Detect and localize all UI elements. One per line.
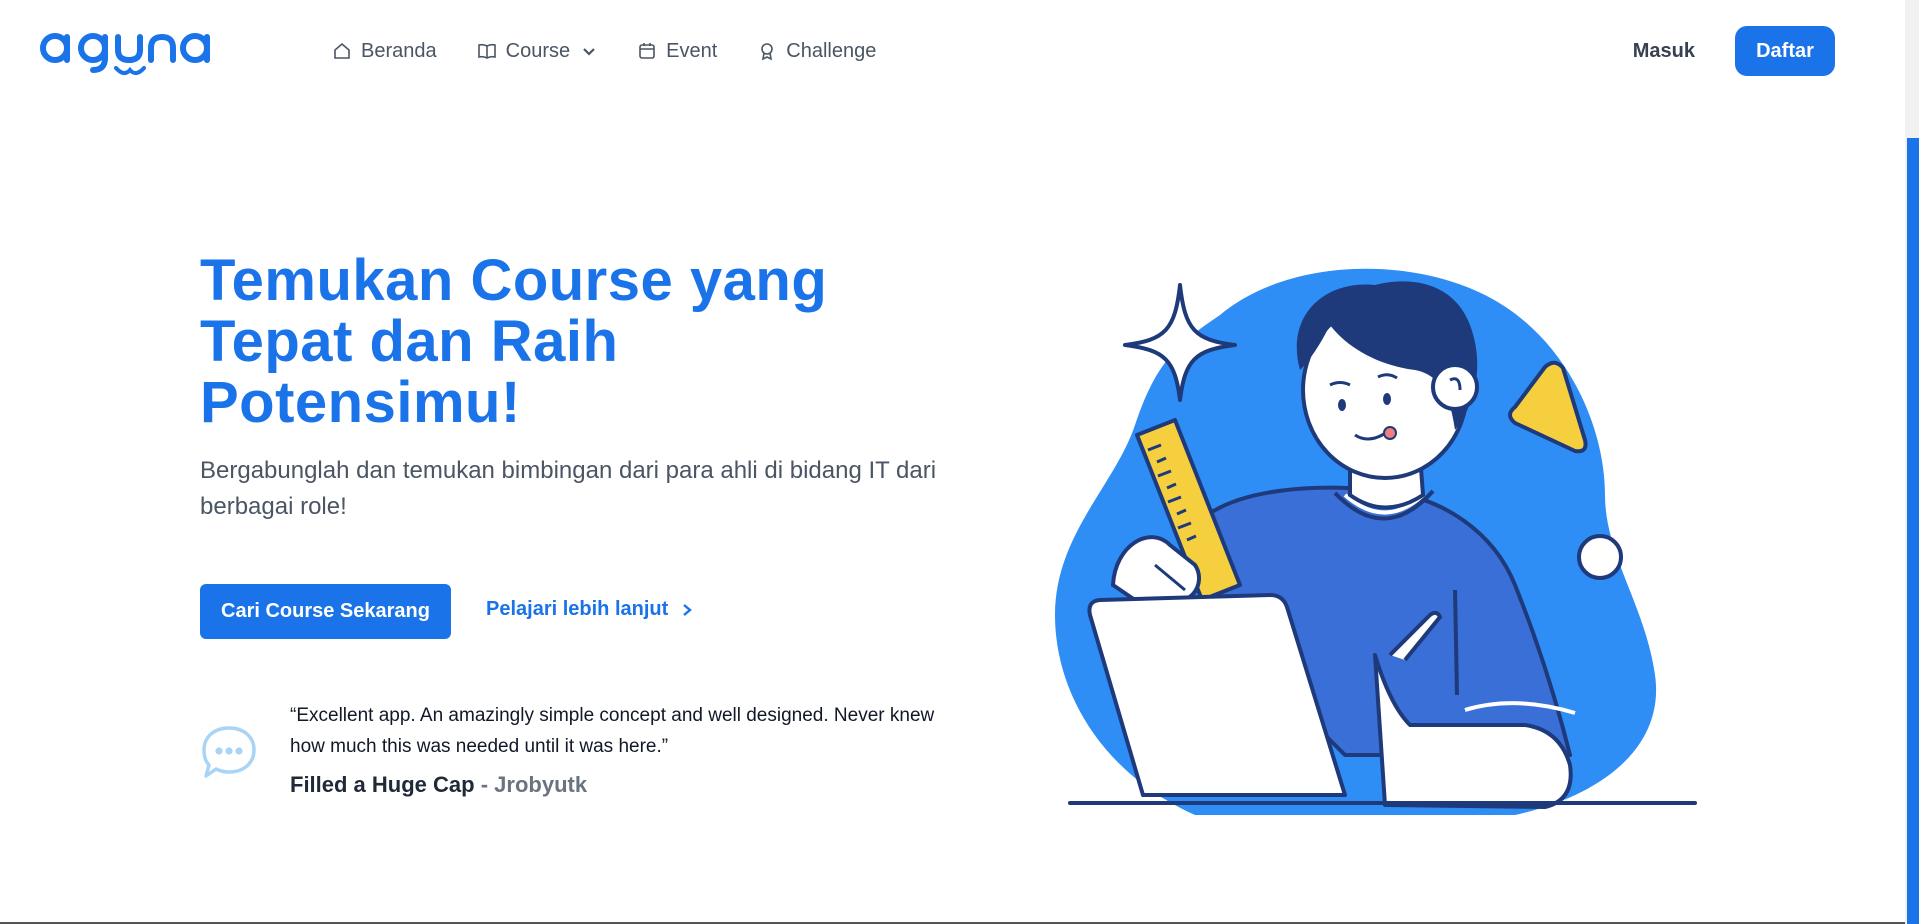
hero-title: Temukan Course yang Tepat dan Raih Poten… <box>200 248 828 435</box>
aguna-logo[interactable] <box>38 28 210 80</box>
auth-actions: Masuk Daftar <box>1633 26 1835 76</box>
nav-item-event[interactable]: Event <box>637 40 717 63</box>
testimonial-title: Filled a Huge Cap <box>290 772 475 797</box>
learn-more-label: Pelajari lebih lanjut <box>486 598 669 620</box>
testimonial-separator: - <box>474 772 495 797</box>
chat-bubble-icon <box>202 726 256 778</box>
hero-illustration <box>1055 268 1697 815</box>
nav-item-label: Challenge <box>786 39 877 62</box>
testimonial-author: Filled a Huge Cap - Jrobyutk <box>290 772 587 798</box>
main-nav: Beranda Course Event Challenge <box>332 0 876 102</box>
chevron-right-icon <box>683 603 693 616</box>
nav-item-label: Beranda <box>361 39 437 62</box>
find-course-button[interactable]: Cari Course Sekarang <box>200 584 451 639</box>
award-icon <box>761 43 774 61</box>
calendar-icon <box>639 43 655 59</box>
nav-item-label: Event <box>666 39 718 62</box>
nav-item-course[interactable]: Course <box>477 40 597 63</box>
book-icon <box>477 43 496 59</box>
nav-item-challenge[interactable]: Challenge <box>757 40 876 63</box>
page-edge-accent <box>1907 138 1919 924</box>
testimonial-author-name: Jrobyutk <box>494 772 588 797</box>
login-button[interactable]: Masuk <box>1633 40 1695 63</box>
nav-item-label: Course <box>505 39 571 62</box>
site-header: Beranda Course Event Challenge Masuk Daf… <box>0 0 1905 102</box>
register-button[interactable]: Daftar <box>1735 26 1835 76</box>
hero-subtitle: Bergabunglah dan temukan bimbingan dari … <box>200 457 937 520</box>
chevron-down-icon <box>583 48 595 56</box>
home-icon <box>334 42 350 59</box>
nav-item-beranda[interactable]: Beranda <box>332 40 437 63</box>
learn-more-link[interactable]: Pelajari lebih lanjut <box>486 598 694 621</box>
testimonial-quote: “Excellent app. An amazingly simple conc… <box>290 705 935 757</box>
